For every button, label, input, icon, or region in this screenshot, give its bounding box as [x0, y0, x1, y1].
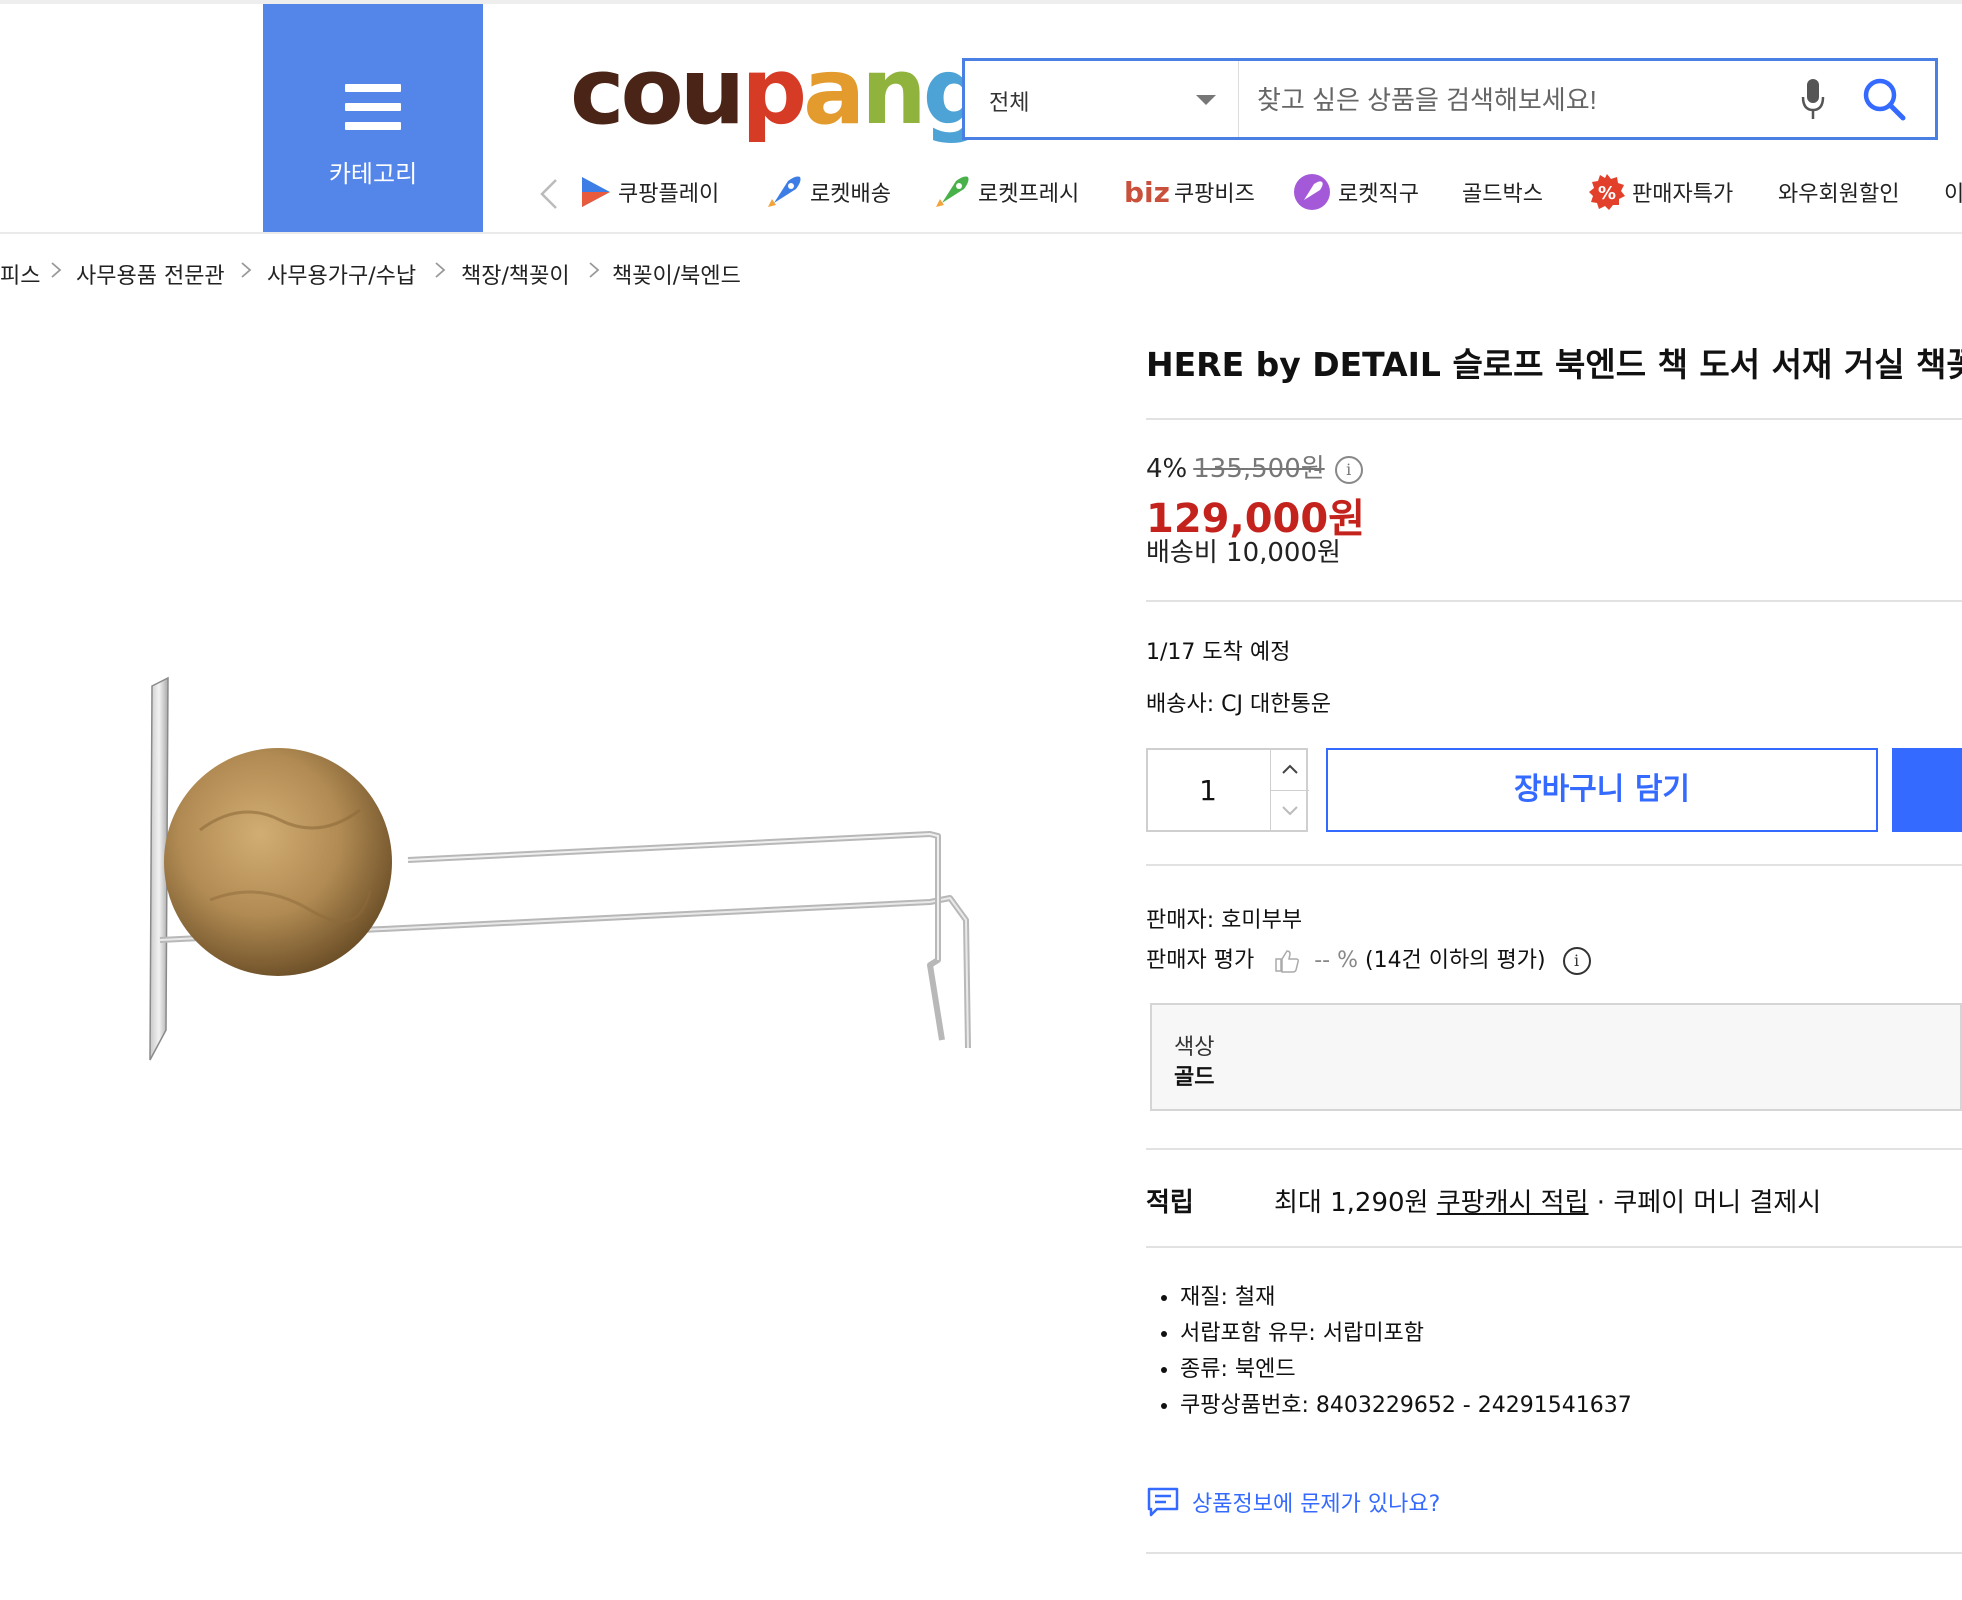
original-price: 135,500원 — [1193, 454, 1325, 484]
nav-goldbox[interactable]: 골드박스 — [1462, 172, 1543, 212]
info-icon[interactable]: i — [1562, 947, 1591, 975]
chevron-down-icon — [1282, 806, 1298, 816]
breadcrumb-item[interactable]: 피스 — [0, 258, 40, 290]
header-divider — [0, 232, 1962, 234]
chevron-right-icon — [51, 262, 62, 278]
divider — [1146, 418, 1962, 420]
discount-row: 4% 135,500원 i — [1146, 448, 1363, 485]
category-menu-button[interactable]: 카테고리 — [263, 4, 483, 234]
rocket-icon — [768, 176, 801, 207]
discount-rate: 4% — [1146, 454, 1188, 484]
divider — [1146, 864, 1962, 866]
message-icon — [1147, 1487, 1179, 1517]
delivery-eta: 1/17 도착 예정 — [1146, 640, 1291, 665]
spec-item: 재질: 철재 — [1180, 1280, 1632, 1316]
option-label: 색상 — [1174, 1035, 1215, 1060]
quantity-value[interactable]: 1 — [1148, 774, 1268, 807]
carrier-info: 배송사: CJ 대한통운 — [1146, 692, 1331, 717]
chevron-down-icon — [1196, 95, 1216, 105]
search-input[interactable] — [1255, 69, 1759, 131]
play-icon — [582, 177, 610, 207]
coupang-logo[interactable]: coupang — [570, 42, 989, 142]
nav-rocket-global[interactable]: 로켓직구 — [1292, 172, 1419, 212]
nav-coupang-play[interactable]: 쿠팡플레이 — [578, 172, 719, 212]
chevron-up-icon — [1282, 764, 1298, 774]
hamburger-icon — [345, 84, 401, 141]
spec-item: 서랍포함 유무: 서랍미포함 — [1180, 1316, 1632, 1352]
spec-item: 쿠팡상품번호: 8403229652 - 24291541637 — [1180, 1388, 1632, 1424]
chevron-left-icon[interactable] — [538, 178, 562, 210]
product-title: HERE by DETAIL 슬로프 북엔드 책 도서 서재 거실 책꽂이 — [1146, 345, 1962, 384]
search-scope-select[interactable]: 전체 — [965, 61, 1239, 137]
quantity-decrease-button[interactable] — [1270, 790, 1309, 830]
info-icon[interactable]: i — [1334, 455, 1363, 484]
percent-badge-icon: % — [1589, 174, 1625, 210]
add-to-cart-button[interactable]: 장바구니 담기 — [1326, 748, 1878, 832]
quantity-stepper: 1 — [1146, 748, 1309, 832]
chevron-right-icon — [241, 262, 252, 278]
microphone-icon[interactable] — [1800, 77, 1826, 121]
chevron-right-icon — [589, 262, 600, 278]
seller-rating-label: 판매자 평가 — [1146, 948, 1255, 973]
nav-seller-deals[interactable]: % 판매자특가 — [1588, 172, 1733, 212]
quantity-increase-button[interactable] — [1270, 750, 1309, 791]
nav-wow-discount[interactable]: 와우회원할인 — [1778, 172, 1899, 212]
breadcrumb-item[interactable]: 사무용가구/수납 — [267, 258, 416, 290]
option-value: 골드 — [1174, 1065, 1215, 1090]
search-icon[interactable] — [1860, 75, 1908, 123]
search-scope-value: 전체 — [989, 91, 1030, 116]
coupang-cash-link[interactable]: 쿠팡캐시 적립 — [1437, 1188, 1589, 1218]
nav-rocket-fresh[interactable]: 로켓프레시 — [934, 172, 1079, 212]
seller-rating-note: (14건 이하의 평가) — [1364, 948, 1546, 973]
reward-text: 최대 1,290원 쿠팡캐시 적립 · 쿠페이 머니 결제시 — [1274, 1188, 1822, 1218]
breadcrumb-item[interactable]: 책장/책꽂이 — [461, 258, 570, 290]
divider — [1146, 600, 1962, 602]
biz-icon: biz — [1124, 175, 1170, 209]
reward-heading: 적립 — [1146, 1188, 1194, 1218]
seller-name: 판매자: 호미부부 — [1146, 908, 1303, 933]
breadcrumb-item[interactable]: 책꽂이/북엔드 — [612, 258, 741, 290]
global-rocket-icon — [1294, 174, 1330, 210]
breadcrumb-item[interactable]: 사무용품 전문관 — [76, 258, 225, 290]
divider — [1146, 1552, 1962, 1554]
nav-more[interactable]: 이 — [1944, 172, 1962, 212]
option-selector[interactable]: 색상 골드 — [1150, 1003, 1962, 1111]
fresh-rocket-icon — [936, 176, 969, 207]
divider — [1146, 1148, 1962, 1150]
shipping-fee: 배송비 10,000원 — [1146, 538, 1341, 568]
report-product-info-link[interactable]: 상품정보에 문제가 있나요? — [1146, 1486, 1440, 1518]
category-label: 카테고리 — [328, 160, 418, 188]
seller-rating-value: -- % — [1314, 948, 1358, 973]
chevron-right-icon — [435, 262, 446, 278]
thumbs-up-icon — [1275, 950, 1300, 973]
search-bar: 전체 — [962, 58, 1938, 140]
seller-rating: 판매자 평가 -- % (14건 이하의 평가) i — [1146, 942, 1591, 975]
buy-now-button[interactable] — [1892, 748, 1962, 832]
svg-text:%: % — [1598, 183, 1616, 204]
divider — [1146, 1246, 1962, 1248]
nav-coupang-biz[interactable]: biz 쿠팡비즈 — [1124, 172, 1255, 212]
nav-rocket-delivery[interactable]: 로켓배송 — [766, 172, 891, 212]
product-image[interactable] — [130, 660, 1000, 1080]
spec-item: 종류: 북엔드 — [1180, 1352, 1632, 1388]
spec-list: 재질: 철재 서랍포함 유무: 서랍미포함 종류: 북엔드 쿠팡상품번호: 84… — [1150, 1280, 1632, 1424]
